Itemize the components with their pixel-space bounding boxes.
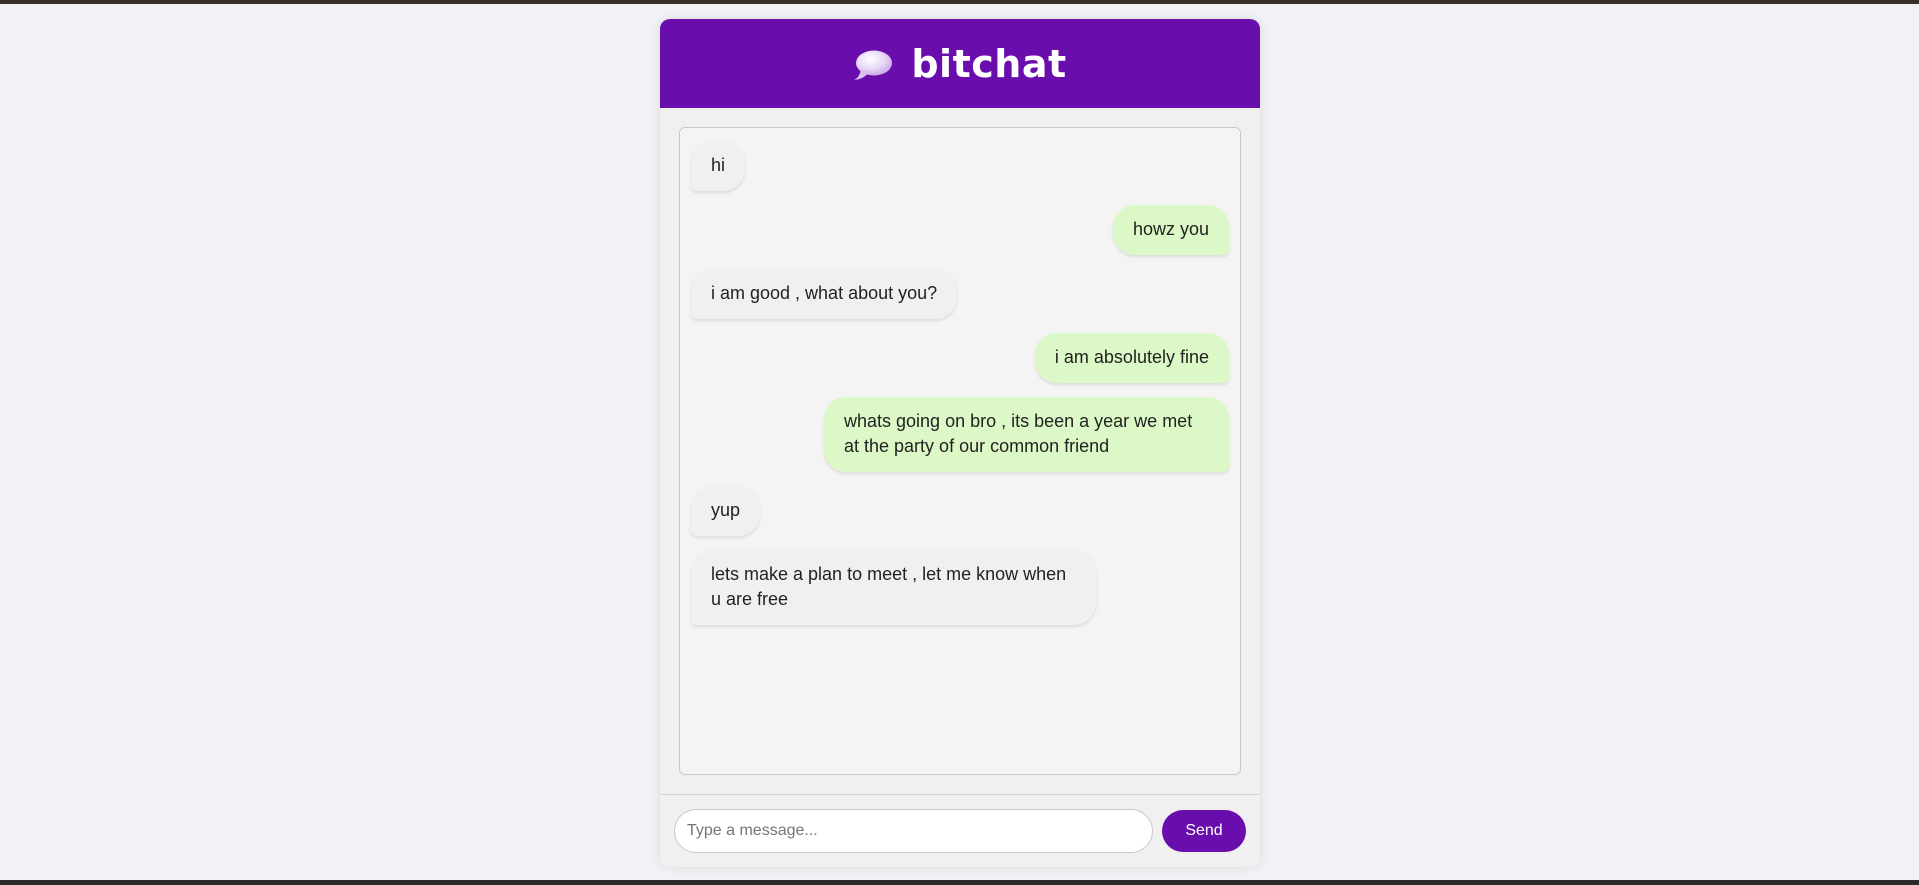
messages-list[interactable]: hi howz you i am good , what about you? i a… [679,127,1241,775]
composer-bar: Send [660,794,1260,867]
top-edge-strip [0,0,1919,4]
message-bubble-sent: howz you [1112,205,1229,255]
bottom-edge-strip [0,880,1919,885]
chat-header: bitchat [660,19,1260,108]
message-input[interactable] [674,809,1153,853]
chat-window: bitchat hi howz you i am good , what about… [660,19,1260,867]
send-button[interactable]: Send [1162,810,1246,852]
app-title: bitchat [911,41,1067,86]
message-bubble-sent: whats going on bro , its been a year we … [824,397,1229,472]
message-bubble-received: yup [691,486,761,536]
speech-bubble-icon [853,48,893,82]
message-bubble-sent: i am absolutely fine [1034,333,1229,383]
message-bubble-received: i am good , what about you? [691,269,958,319]
message-bubble-received: lets make a plan to meet , let me know w… [691,550,1096,625]
message-bubble-received: hi [691,141,746,191]
